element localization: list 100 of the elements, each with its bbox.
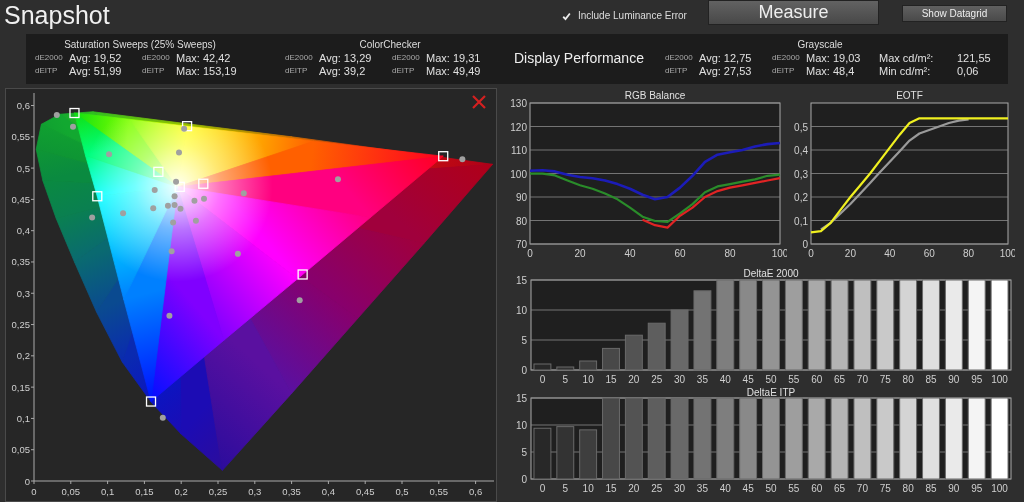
target-marker <box>297 269 308 280</box>
section-heading: Display Performance <box>514 49 645 68</box>
axis-label: 30 <box>674 374 686 385</box>
axis-label: 0,1 <box>794 215 808 227</box>
axis-label: 60 <box>811 483 823 494</box>
metric-label: Max cd/m²: <box>879 51 935 64</box>
datagrid-button[interactable]: Show Datagrid <box>902 5 1007 22</box>
axis-label: 0,55 <box>11 131 30 143</box>
metric-value: Avg: 12,75 <box>699 51 753 64</box>
axis-label: 55 <box>788 374 800 385</box>
axis-label: 0,6 <box>469 486 483 497</box>
checkmark-icon <box>562 10 571 22</box>
axis-label: 15 <box>605 483 617 494</box>
axis-label: 50 <box>765 483 777 494</box>
bar <box>556 426 575 480</box>
metric-tag: dE2000 <box>142 53 176 62</box>
metric-value: Max: 49,49 <box>426 64 482 77</box>
axis-label: 0,2 <box>174 486 188 497</box>
axis-label: 90 <box>948 483 960 494</box>
axis-label: 15 <box>605 374 617 385</box>
bar <box>647 322 666 371</box>
app-title: Snapshot <box>3 0 111 30</box>
axis-label: 70 <box>856 483 868 494</box>
axis-label: 0,5 <box>794 121 808 133</box>
axis-label: 80 <box>515 215 527 227</box>
bar <box>602 347 620 371</box>
data-point <box>170 219 177 226</box>
metric-value: Avg: 19,52 <box>69 51 123 64</box>
axis-label: 0 <box>539 483 546 494</box>
target-marker <box>181 121 193 132</box>
close-icon[interactable] <box>471 94 487 110</box>
axis-label: 0,15 <box>11 381 30 393</box>
data-point <box>459 156 466 163</box>
include-luminance-checkbox[interactable]: Include Luminance Error <box>551 0 701 30</box>
metric-value: Avg: 39,2 <box>319 64 367 77</box>
axis-label: 0,1 <box>101 486 115 497</box>
data-point <box>201 195 207 202</box>
axis-label: 120 <box>510 121 527 133</box>
axis-label: 40 <box>624 248 636 259</box>
metric-value: Max: 42,42 <box>176 51 232 64</box>
axis-label: 10 <box>582 483 594 494</box>
axis-label: 40 <box>719 374 731 385</box>
measure-button[interactable]: Measure <box>708 0 879 25</box>
metric-tag: dE2000 <box>35 53 69 62</box>
axis-label: 20 <box>628 374 640 385</box>
metric-tag: dEITP <box>285 66 319 75</box>
axis-label: 80 <box>902 483 914 494</box>
metric-value: Avg: 13,29 <box>319 51 373 64</box>
data-point <box>181 125 188 132</box>
metric-tag: dEITP <box>392 66 426 75</box>
axis-label: 80 <box>963 248 975 259</box>
metric-tag: dE2000 <box>665 53 699 62</box>
axis-label: 0,45 <box>11 193 30 205</box>
axis-label: 0,4 <box>321 486 335 497</box>
metric-value: Avg: 51,99 <box>69 64 123 77</box>
data-point <box>159 414 166 421</box>
data-point <box>150 205 157 212</box>
metric-tag: dEITP <box>142 66 176 75</box>
block-title: Saturation Sweeps (25% Sweeps) <box>63 38 217 51</box>
axis-label: 5 <box>562 374 569 385</box>
target-marker <box>69 107 80 119</box>
axis-label: 0 <box>802 239 808 250</box>
data-point <box>171 193 178 200</box>
axis-label: 0,3 <box>16 287 30 299</box>
axis-label: 110 <box>511 145 527 156</box>
axis-label: 90 <box>948 374 960 385</box>
axis-label: 0,4 <box>16 225 30 237</box>
metric-tag: dE2000 <box>772 53 806 62</box>
axis-label: 45 <box>742 483 754 494</box>
axis-label: 0,05 <box>11 444 30 456</box>
data-point <box>70 123 76 130</box>
metric-tag: dEITP <box>772 66 806 75</box>
axis-label: 65 <box>834 374 846 385</box>
bar <box>556 366 575 371</box>
axis-label: 100 <box>991 483 1008 494</box>
axis-label: 20 <box>628 483 640 494</box>
metric-value: Max: 19,31 <box>426 51 482 64</box>
axis-label: 0,5 <box>395 486 409 497</box>
axis-label: 10 <box>515 305 527 316</box>
data-point <box>151 187 158 193</box>
target-marker <box>145 396 157 407</box>
metric-value: Max: 153,19 <box>176 64 238 77</box>
block-title: ColorChecker <box>358 38 422 51</box>
chart-title: EOTF <box>896 90 923 101</box>
axis-label: 0,2 <box>794 192 808 203</box>
axis-label: 95 <box>971 374 983 385</box>
axis-label: 50 <box>765 374 777 385</box>
axis-label: 75 <box>879 483 891 494</box>
axis-label: 85 <box>925 483 937 494</box>
axis-label: 30 <box>674 483 686 494</box>
axis-label: 130 <box>510 98 527 109</box>
target-marker <box>92 191 103 202</box>
data-point <box>334 176 341 183</box>
axis-label: 10 <box>515 420 527 431</box>
axis-label: 0,3 <box>794 168 808 180</box>
axis-label: 0,35 <box>11 256 30 268</box>
metric-tag: dE2000 <box>285 53 319 62</box>
axis-label: 75 <box>879 374 891 385</box>
chart-title: DeltaE 2000 <box>743 268 799 279</box>
axis-label: 20 <box>844 248 856 259</box>
